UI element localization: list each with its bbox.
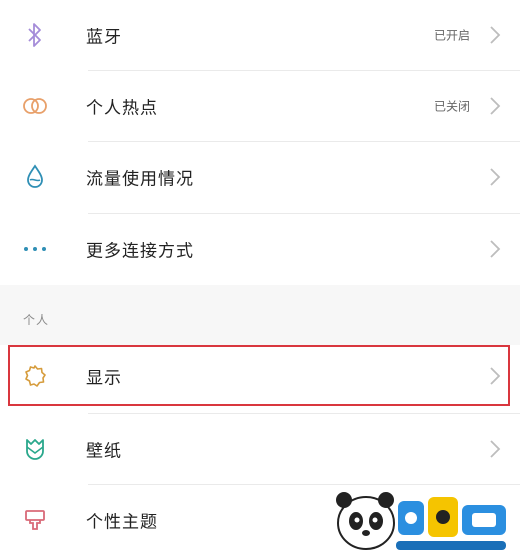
chevron-right-icon <box>490 240 501 258</box>
tulip-icon <box>22 436 48 462</box>
watermark-logo <box>326 483 516 553</box>
settings-item-label: 更多连接方式 <box>86 241 194 262</box>
settings-item-data-usage[interactable]: 流量使用情况 <box>0 142 520 212</box>
settings-item-label: 蓝牙 <box>86 27 122 48</box>
highlight-box <box>8 345 510 406</box>
settings-item-more-connection[interactable]: 更多连接方式 <box>0 214 520 284</box>
settings-item-label: 壁纸 <box>86 441 122 462</box>
settings-item-label: 个人热点 <box>86 98 158 119</box>
status-text: 已关闭 <box>433 99 470 114</box>
settings-item-label: 流量使用情况 <box>86 169 194 190</box>
dots-icon <box>22 236 48 262</box>
status-text: 已开启 <box>433 28 470 43</box>
brush-icon <box>22 507 48 533</box>
section-title: 个人 <box>23 313 50 327</box>
settings-item-wallpaper[interactable]: 壁纸 <box>0 414 520 484</box>
hotspot-icon <box>22 93 48 119</box>
settings-item-bluetooth[interactable]: 蓝牙 已开启 <box>0 0 520 70</box>
water-drop-icon <box>22 164 48 190</box>
chevron-right-icon <box>490 168 501 186</box>
settings-item-label: 个性主题 <box>86 512 158 533</box>
section-header: 个人 <box>0 285 520 345</box>
chevron-right-icon <box>490 97 501 115</box>
settings-item-hotspot[interactable]: 个人热点 已关闭 <box>0 71 520 141</box>
bluetooth-icon <box>22 22 48 48</box>
chevron-right-icon <box>490 440 501 458</box>
chevron-right-icon <box>490 26 501 44</box>
